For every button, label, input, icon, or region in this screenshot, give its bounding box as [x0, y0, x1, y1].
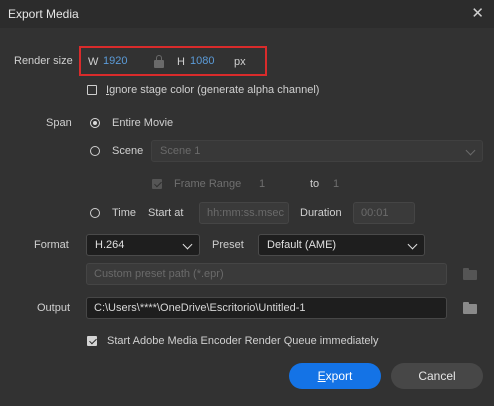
- start-at-label: Start at: [148, 207, 184, 219]
- cancel-button[interactable]: Cancel: [391, 363, 483, 389]
- width-label: W: [88, 56, 99, 68]
- output-path-input[interactable]: C:\Users\****\OneDrive\Escritorio\Untitl…: [86, 297, 447, 319]
- title-bar: Export Media ✕: [0, 0, 494, 28]
- height-value[interactable]: 1080: [190, 55, 226, 67]
- format-select[interactable]: H.264: [86, 234, 200, 256]
- ignore-stage-label-rest: gnore stage color (generate alpha channe…: [109, 84, 320, 96]
- start-at-input[interactable]: hh:mm:ss.msec: [199, 202, 289, 224]
- frame-to-value[interactable]: 1: [333, 178, 339, 190]
- output-path-value: C:\Users\****\OneDrive\Escritorio\Untitl…: [94, 302, 306, 314]
- scene-radio[interactable]: [90, 146, 100, 156]
- frame-from-value[interactable]: 1: [259, 178, 265, 190]
- export-button[interactable]: Export: [289, 363, 381, 389]
- close-icon[interactable]: ✕: [471, 4, 484, 22]
- entire-movie-label: Entire Movie: [112, 117, 174, 129]
- scene-label: Scene: [112, 145, 144, 157]
- export-mnemonic: E: [317, 369, 326, 383]
- format-select-value: H.264: [95, 239, 125, 251]
- window-title: Export Media: [8, 7, 79, 21]
- duration-input[interactable]: 00:01: [353, 202, 415, 224]
- export-label-rest: xport: [325, 369, 353, 383]
- folder-icon[interactable]: [463, 268, 477, 280]
- frame-range-checkbox[interactable]: [152, 179, 162, 189]
- height-label: H: [177, 56, 185, 68]
- frame-range-label: Frame Range: [174, 178, 242, 190]
- encoder-queue-checkbox[interactable]: [87, 336, 97, 346]
- unit-label: px: [234, 56, 246, 68]
- preset-select-value: Default (AME): [267, 239, 337, 251]
- to-label: to: [310, 178, 320, 190]
- folder-icon[interactable]: [463, 302, 477, 314]
- span-label: Span: [46, 117, 72, 129]
- time-radio[interactable]: [90, 208, 100, 218]
- ignore-stage-checkbox[interactable]: [87, 85, 97, 95]
- ignore-stage-label: Ignore stage color (generate alpha chann…: [106, 84, 319, 96]
- custom-preset-placeholder: Custom preset path (*.epr): [94, 268, 224, 280]
- scene-select[interactable]: Scene 1: [151, 140, 483, 162]
- duration-label: Duration: [300, 207, 342, 219]
- duration-value: 00:01: [361, 207, 389, 219]
- chevron-down-icon: [465, 145, 476, 156]
- entire-movie-radio[interactable]: [90, 118, 100, 128]
- format-label: Format: [34, 239, 69, 251]
- width-value[interactable]: 1920: [103, 55, 139, 67]
- preset-label: Preset: [212, 239, 244, 251]
- encoder-queue-label: Start Adobe Media Encoder Render Queue i…: [107, 335, 379, 347]
- chevron-down-icon: [407, 239, 418, 250]
- preset-select[interactable]: Default (AME): [258, 234, 425, 256]
- lock-icon[interactable]: [154, 55, 164, 68]
- render-size-label: Render size: [14, 55, 73, 67]
- time-label: Time: [112, 207, 137, 219]
- custom-preset-input[interactable]: Custom preset path (*.epr): [86, 263, 447, 285]
- output-label: Output: [37, 302, 71, 314]
- start-at-placeholder: hh:mm:ss.msec: [207, 207, 285, 219]
- scene-select-value: Scene 1: [160, 145, 201, 157]
- chevron-down-icon: [182, 239, 193, 250]
